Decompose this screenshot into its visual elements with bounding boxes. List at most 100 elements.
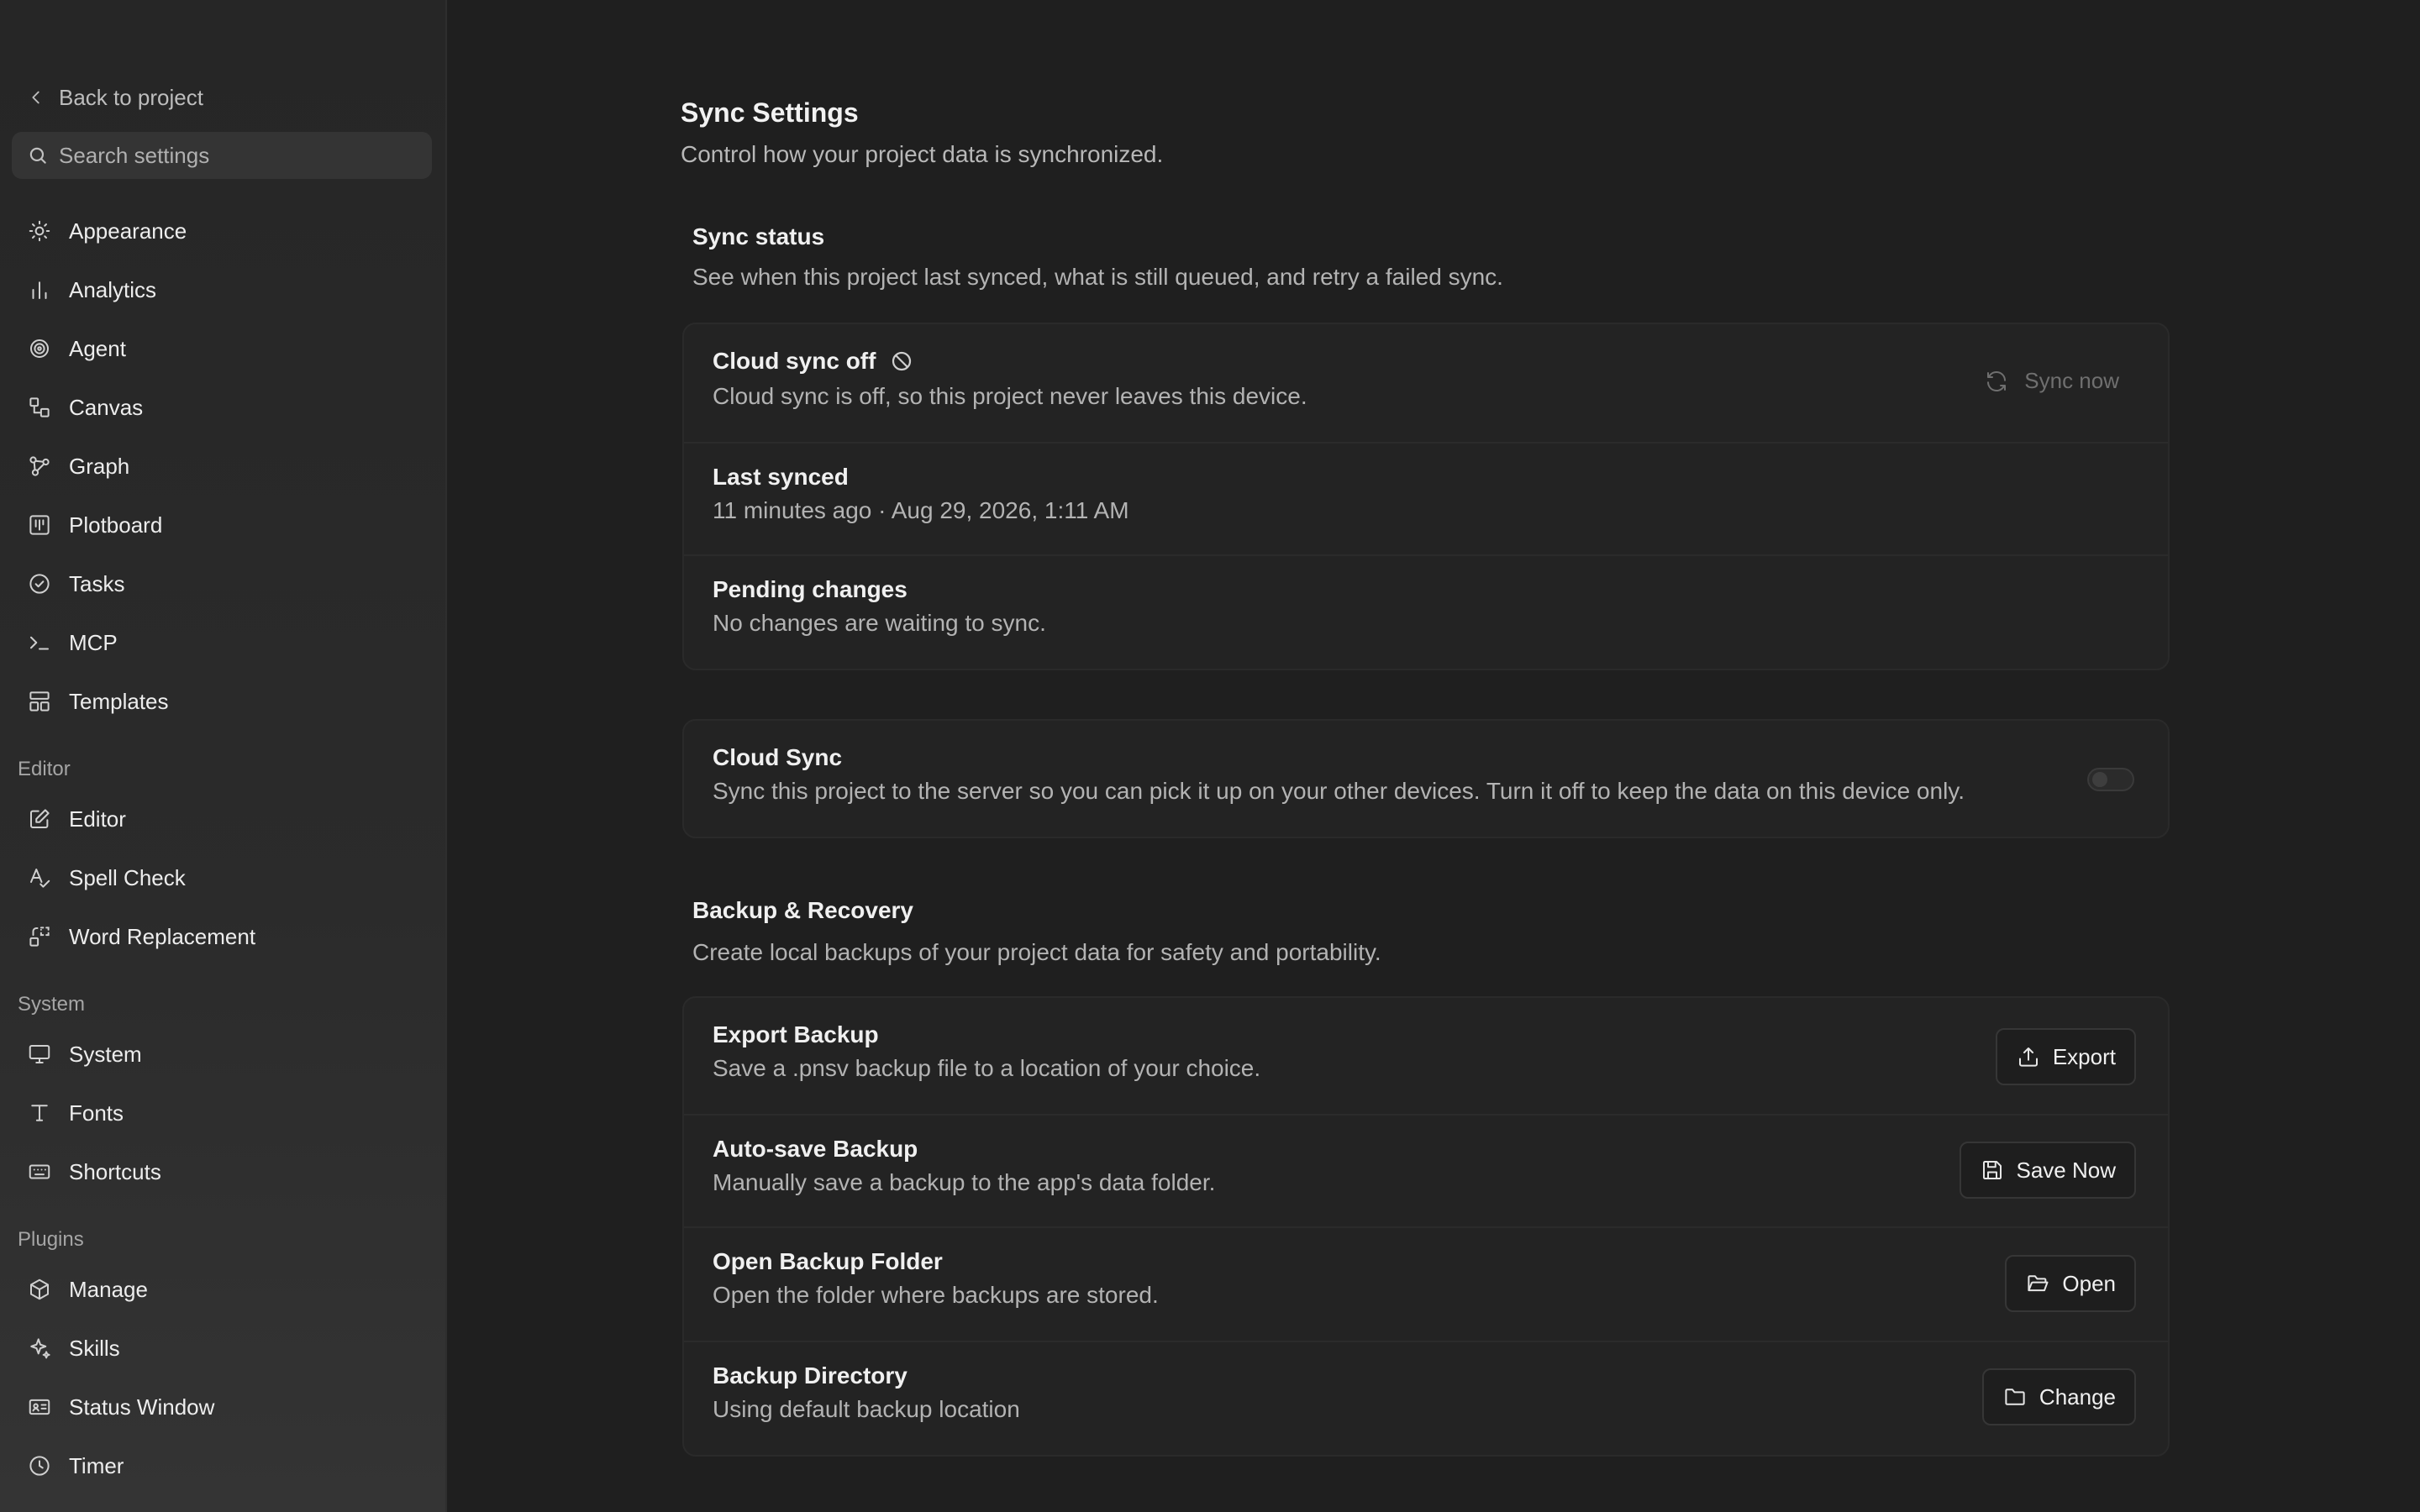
terminal-icon — [30, 636, 49, 650]
section-description-backup: Create local backups of your project dat… — [692, 939, 1381, 965]
row-description: Open the folder where backups are stored… — [713, 1282, 1159, 1308]
sidebar-item-label: Status Window — [69, 1394, 215, 1420]
shapes-icon — [29, 397, 50, 417]
sidebar-item-label: Graph — [69, 453, 130, 479]
sidebar-item-label: Plotboard — [69, 512, 163, 538]
toggle-knob — [2092, 772, 2107, 787]
sidebar-item-agent[interactable]: Agent — [12, 325, 432, 372]
sidebar-item-label: Templates — [69, 688, 169, 714]
sidebar-item-status-window[interactable]: Status Window — [12, 1383, 432, 1431]
cloud-sync-card: Cloud Sync Sync this project to the serv… — [682, 719, 2170, 838]
row-description: Manually save a backup to the app's data… — [713, 1169, 1216, 1195]
sidebar-item-skills[interactable]: Skills — [12, 1325, 432, 1372]
sidebar-item-mcp[interactable]: MCP — [12, 619, 432, 666]
check-circle-icon — [29, 574, 50, 594]
sidebar-item-fonts[interactable]: Fonts — [12, 1089, 432, 1137]
search-icon — [29, 147, 46, 164]
sidebar-item-label: Editor — [69, 806, 126, 832]
sidebar-item-editor[interactable]: Editor — [12, 795, 432, 843]
row-description: Sync this project to the server so you c… — [713, 778, 1965, 804]
open-backup-folder-row: Open Backup Folder Open the folder where… — [684, 1226, 2168, 1341]
page-description: Control how your project data is synchro… — [681, 141, 1164, 167]
search-box[interactable] — [12, 132, 432, 179]
cloud-sync-off-row: Cloud sync off Cloud sync is off, so thi… — [684, 324, 2168, 442]
sidebar-item-label: Tasks — [69, 570, 125, 596]
sidebar-item-label: Timer — [69, 1452, 124, 1478]
kanban-icon — [29, 515, 50, 535]
spiral-icon — [30, 339, 49, 358]
change-directory-button[interactable]: Change — [1981, 1368, 2136, 1425]
clock-icon — [29, 1456, 50, 1476]
page-title: Sync Settings — [681, 97, 859, 128]
upload-icon — [2018, 1047, 2038, 1067]
settings-content: Sync Settings Control how your project d… — [449, 0, 2420, 1512]
sidebar-item-label: Fonts — [69, 1100, 124, 1126]
sidebar-item-label: Appearance — [69, 218, 187, 244]
back-to-project-link[interactable]: Back to project — [27, 81, 203, 114]
row-description: No changes are waiting to sync. — [713, 610, 1046, 636]
sidebar-item-spell-check[interactable]: Spell Check — [12, 854, 432, 901]
search-input[interactable] — [59, 142, 417, 169]
group-label-plugins: Plugins — [18, 1228, 84, 1251]
sidebar-item-graph[interactable]: Graph — [12, 443, 432, 490]
sidebar-item-label: Skills — [69, 1335, 120, 1361]
button-label: Export — [2052, 1043, 2116, 1069]
type-icon — [31, 1105, 48, 1121]
button-label: Change — [2039, 1383, 2116, 1410]
sidebar-item-canvas[interactable]: Canvas — [12, 384, 432, 431]
cloud-sync-off-label: Cloud sync off — [713, 348, 876, 374]
cloud-sync-toggle[interactable] — [2087, 768, 2134, 791]
row-title: Cloud Sync — [713, 744, 843, 770]
settings-sidebar: Back to project Appearance Analytics Age… — [0, 0, 447, 1512]
sidebar-item-label: Manage — [69, 1276, 148, 1302]
row-description: Save a .pnsv backup file to a location o… — [713, 1055, 1261, 1081]
row-title: Last synced — [713, 464, 849, 490]
sidebar-item-label: Word Replacement — [69, 923, 256, 949]
save-icon — [1982, 1161, 2002, 1179]
folder-open-icon — [2028, 1275, 2049, 1292]
sidebar-item-templates[interactable]: Templates — [12, 678, 432, 725]
export-button[interactable]: Export — [1995, 1028, 2136, 1085]
replace-icon — [29, 927, 50, 947]
sun-icon — [29, 220, 50, 242]
template-icon — [29, 691, 50, 711]
row-title: Open Backup Folder — [713, 1248, 943, 1274]
back-label: Back to project — [59, 84, 203, 110]
sidebar-item-manage[interactable]: Manage — [12, 1266, 432, 1313]
keyboard-icon — [29, 1164, 50, 1179]
save-now-button[interactable]: Save Now — [1959, 1142, 2136, 1199]
spell-check-icon — [30, 869, 50, 888]
section-title-backup: Backup & Recovery — [692, 897, 914, 923]
folder-icon — [2005, 1389, 2025, 1405]
sidebar-item-plotboard[interactable]: Plotboard — [12, 501, 432, 549]
sidebar-item-analytics[interactable]: Analytics — [12, 266, 432, 313]
backup-card: Export Backup Save a .pnsv backup file t… — [682, 996, 2170, 1457]
sparkles-icon — [30, 1338, 50, 1359]
bar-chart-icon — [32, 281, 47, 299]
sidebar-item-shortcuts[interactable]: Shortcuts — [12, 1148, 432, 1195]
auto-save-backup-row: Auto-save Backup Manually save a backup … — [684, 1114, 2168, 1226]
sidebar-item-tasks[interactable]: Tasks — [12, 560, 432, 607]
sidebar-item-label: Shortcuts — [69, 1158, 161, 1184]
sidebar-item-word-replacement[interactable]: Word Replacement — [12, 913, 432, 960]
section-description-sync-status: See when this project last synced, what … — [692, 264, 1503, 290]
sidebar-item-appearance[interactable]: Appearance — [12, 207, 432, 255]
sidebar-item-system[interactable]: System — [12, 1031, 432, 1078]
id-card-icon — [29, 1399, 50, 1415]
package-icon — [30, 1278, 49, 1300]
graph-icon — [29, 456, 50, 476]
open-folder-button[interactable]: Open — [2005, 1255, 2136, 1312]
sidebar-item-label: MCP — [69, 629, 118, 655]
export-backup-row: Export Backup Save a .pnsv backup file t… — [684, 998, 2168, 1114]
sidebar-item-timer[interactable]: Timer — [12, 1442, 432, 1489]
refresh-icon — [1987, 370, 2007, 391]
group-label-system: System — [18, 993, 86, 1016]
sidebar-item-label: Canvas — [69, 394, 144, 420]
sync-now-label: Sync now — [2024, 368, 2119, 393]
row-title: Export Backup — [713, 1021, 879, 1047]
chevron-left-icon — [32, 91, 39, 104]
sync-now-button[interactable]: Sync now — [1984, 368, 2119, 394]
sidebar-item-label: Spell Check — [69, 864, 186, 890]
row-description: 11 minutes ago · Aug 29, 2026, 1:11 AM — [713, 497, 1129, 523]
sync-status-card: Cloud sync off Cloud sync is off, so thi… — [682, 323, 2170, 670]
